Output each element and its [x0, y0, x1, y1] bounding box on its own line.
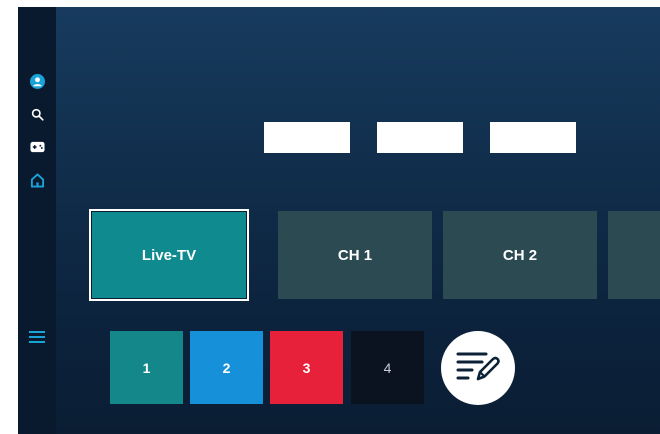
- tile-ch-3-partial[interactable]: [608, 211, 660, 299]
- search-icon[interactable]: [29, 106, 45, 122]
- profile-icon[interactable]: [29, 73, 45, 89]
- menu-icon[interactable]: [29, 329, 45, 345]
- tile-label: Live-TV: [141, 246, 197, 264]
- number-tile-4[interactable]: 4: [351, 331, 424, 404]
- number-tile-3[interactable]: 3: [270, 331, 343, 404]
- banner-placeholder-2: [377, 122, 463, 153]
- tile-ch-2[interactable]: CH 2: [443, 211, 597, 299]
- number-tile-2[interactable]: 2: [190, 331, 263, 404]
- tile-label: CH 1: [337, 246, 373, 264]
- gamepad-icon[interactable]: [29, 139, 45, 155]
- banner-placeholder-3: [490, 122, 576, 153]
- sidebar: [18, 7, 56, 434]
- tile-live-tv[interactable]: Live-TV: [89, 209, 249, 301]
- home-icon[interactable]: [29, 172, 45, 188]
- tile-label: CH 2: [502, 246, 538, 264]
- number-label: 4: [383, 359, 392, 376]
- edit-list-button[interactable]: [441, 331, 515, 405]
- number-label: 1: [142, 359, 151, 376]
- edit-list-icon: [456, 349, 500, 388]
- number-tile-1[interactable]: 1: [110, 331, 183, 404]
- number-label: 2: [222, 359, 231, 376]
- tile-ch-1[interactable]: CH 1: [278, 211, 432, 299]
- number-label: 3: [302, 359, 311, 376]
- banner-placeholder-1: [264, 122, 350, 153]
- tv-screen: Live-TV CH 1 CH 2 1 2 3 4: [18, 7, 660, 434]
